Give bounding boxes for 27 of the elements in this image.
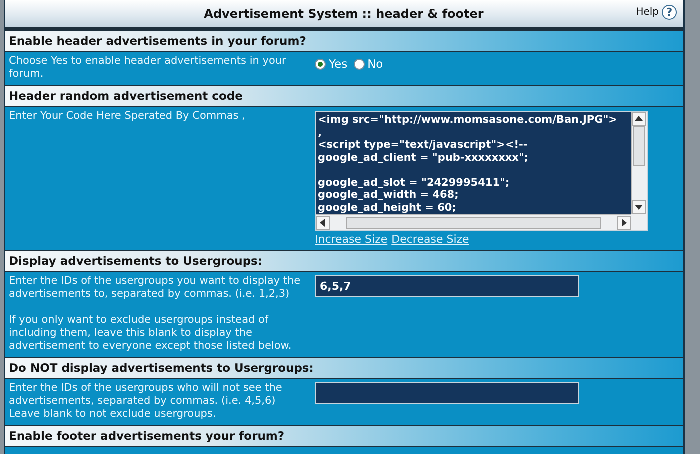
vertical-scrollbar[interactable]: [631, 112, 647, 214]
up-arrow-icon[interactable]: [635, 115, 643, 123]
setting-description: If you only want to exclude usergroups instead of including them, leave this blank to display the advertisement to everyone except those listed below.: [9, 314, 293, 353]
text-field[interactable]: 6,5,7: [315, 275, 579, 297]
text-field[interactable]: [315, 382, 579, 404]
down-arrow-icon[interactable]: [635, 203, 643, 211]
radio-button[interactable]: [354, 58, 365, 70]
section-heading: Enable footer advertisements your forum?: [5, 425, 683, 447]
code-field[interactable]: <img src="http://www.momsasone.com/Ban.JPG"> , <script type="text/javascript"><!-- google_ad_client = "pub-xxxxxxxx"; google_ad_slot = "2429995411"; google_ad_width = 468; google_ad_height = 60;: [315, 111, 648, 231]
radio-option[interactable]: No: [354, 57, 384, 71]
setting-description: Enter Your Code Here Sperated By Commas ,: [9, 110, 246, 123]
section-heading: Header random advertisement code: [5, 85, 683, 107]
right-arrow-icon[interactable]: [620, 218, 628, 226]
window-title: Advertisement System :: header & footer: [204, 6, 484, 20]
setting-description: Enter the IDs of the usergroups you want to display the advertisements to, separated by commas. (i.e. 1,2,3): [9, 275, 302, 301]
radio-button[interactable]: [315, 58, 326, 70]
section-heading: Display advertisements to Usergroups:: [5, 250, 683, 272]
help-link[interactable]: Help: [636, 7, 659, 18]
left-arrow-icon[interactable]: [319, 218, 327, 226]
setting-description: Enter the IDs of the usergroups who will not see the advertisements, separated by commas. (i.e. 4,5,6) Leave blank to not exclude usergroups.: [9, 382, 284, 421]
horizontal-scrollbar[interactable]: [316, 214, 631, 230]
radio-option[interactable]: Yes: [315, 57, 348, 71]
section-heading: Enable header advertisements in your forum?: [5, 30, 683, 52]
scrollbar-corner: [631, 214, 647, 230]
section-heading: Do NOT display advertisements to Usergroups:: [5, 357, 683, 379]
help-icon[interactable]: ?: [662, 5, 677, 20]
setting-description: Choose Yes to enable header advertisements in your forum.: [9, 55, 288, 81]
